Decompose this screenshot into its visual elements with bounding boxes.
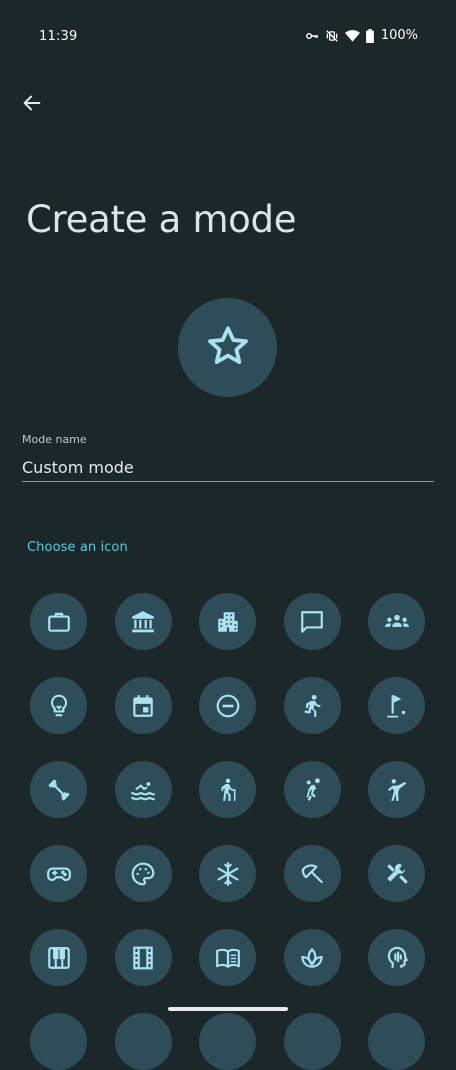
icon-option-calendar[interactable] [114, 677, 172, 734]
vpn-key-icon [305, 29, 319, 43]
icon-option-golf[interactable] [368, 677, 425, 734]
icon-option-book[interactable] [199, 929, 256, 986]
choose-icon-label: Choose an icon [27, 540, 128, 555]
icon-option-spa[interactable] [283, 929, 341, 986]
icon-option-partial[interactable] [283, 1013, 341, 1070]
swimming-icon [130, 777, 156, 803]
icon-option-briefcase[interactable] [30, 593, 87, 650]
icon-option-partial[interactable] [114, 1013, 172, 1070]
icon-option-palette[interactable] [114, 845, 172, 902]
mode-name-underline [22, 481, 434, 482]
icon-option-partial[interactable] [199, 1013, 256, 1070]
mode-name-input[interactable] [22, 454, 434, 480]
icon-option-running[interactable] [283, 677, 341, 734]
calendar-icon [130, 693, 156, 719]
icon-option-beach-umbrella[interactable] [283, 845, 341, 902]
piano-icon [46, 945, 72, 971]
icon-option-piano[interactable] [30, 929, 87, 986]
golf-icon [384, 693, 410, 719]
gamepad-icon [45, 861, 73, 887]
icon-option-partial[interactable] [30, 1013, 87, 1070]
spa-lotus-icon [299, 945, 325, 971]
back-button[interactable] [14, 87, 50, 123]
film-icon [130, 945, 156, 971]
icon-option-handball[interactable] [283, 761, 341, 818]
home-indicator[interactable] [168, 1007, 288, 1011]
wifi-icon [344, 29, 360, 43]
beach-umbrella-icon [299, 861, 325, 887]
groups-icon [383, 609, 411, 635]
icon-option-apartment[interactable] [199, 593, 256, 650]
icon-option-gamepad[interactable] [30, 845, 87, 902]
chat-bubble-icon [299, 609, 325, 635]
tools-icon [384, 861, 410, 887]
icon-option-film[interactable] [114, 929, 172, 986]
martial-arts-icon [384, 777, 410, 803]
icon-option-fitness[interactable] [30, 761, 87, 818]
star-outline-icon [205, 323, 251, 373]
icon-option-chat[interactable] [283, 593, 341, 650]
apartment-icon [215, 609, 241, 635]
icon-option-snowflake[interactable] [199, 845, 256, 902]
icon-option-lightbulb[interactable] [30, 677, 87, 734]
arrow-back-icon [21, 92, 43, 118]
book-open-icon [214, 945, 242, 971]
icon-option-tools[interactable] [368, 845, 425, 902]
briefcase-icon [46, 609, 72, 635]
running-icon [299, 693, 325, 719]
fitness-dumbbell-icon [46, 777, 72, 803]
battery-icon [365, 28, 374, 43]
icon-option-bank[interactable] [114, 593, 172, 650]
icon-option-swimming[interactable] [114, 761, 172, 818]
icon-option-head-speaking[interactable] [368, 929, 425, 986]
vibrate-off-icon [325, 29, 339, 43]
icon-option-hiking[interactable] [199, 761, 256, 818]
page-title: Create a mode [26, 198, 297, 241]
status-time: 11:39 [39, 29, 78, 44]
mode-name-label: Mode name [22, 433, 87, 446]
icon-option-martial-arts[interactable] [368, 761, 425, 818]
icon-option-do-not-disturb[interactable] [199, 677, 256, 734]
snowflake-icon [215, 861, 241, 887]
icon-option-groups[interactable] [368, 593, 425, 650]
icon-option-partial[interactable] [368, 1013, 425, 1070]
status-icons: 100% [305, 28, 418, 43]
sports-handball-icon [299, 777, 325, 803]
mode-icon-preview[interactable] [178, 298, 277, 397]
lightbulb-icon [46, 693, 72, 719]
status-bar: 11:39 100% [0, 0, 456, 74]
palette-icon [130, 861, 156, 887]
head-speaking-icon [384, 945, 410, 971]
battery-percentage: 100% [380, 28, 418, 43]
bank-icon [130, 609, 156, 635]
do-not-disturb-icon [215, 693, 241, 719]
hiking-icon [215, 777, 241, 803]
